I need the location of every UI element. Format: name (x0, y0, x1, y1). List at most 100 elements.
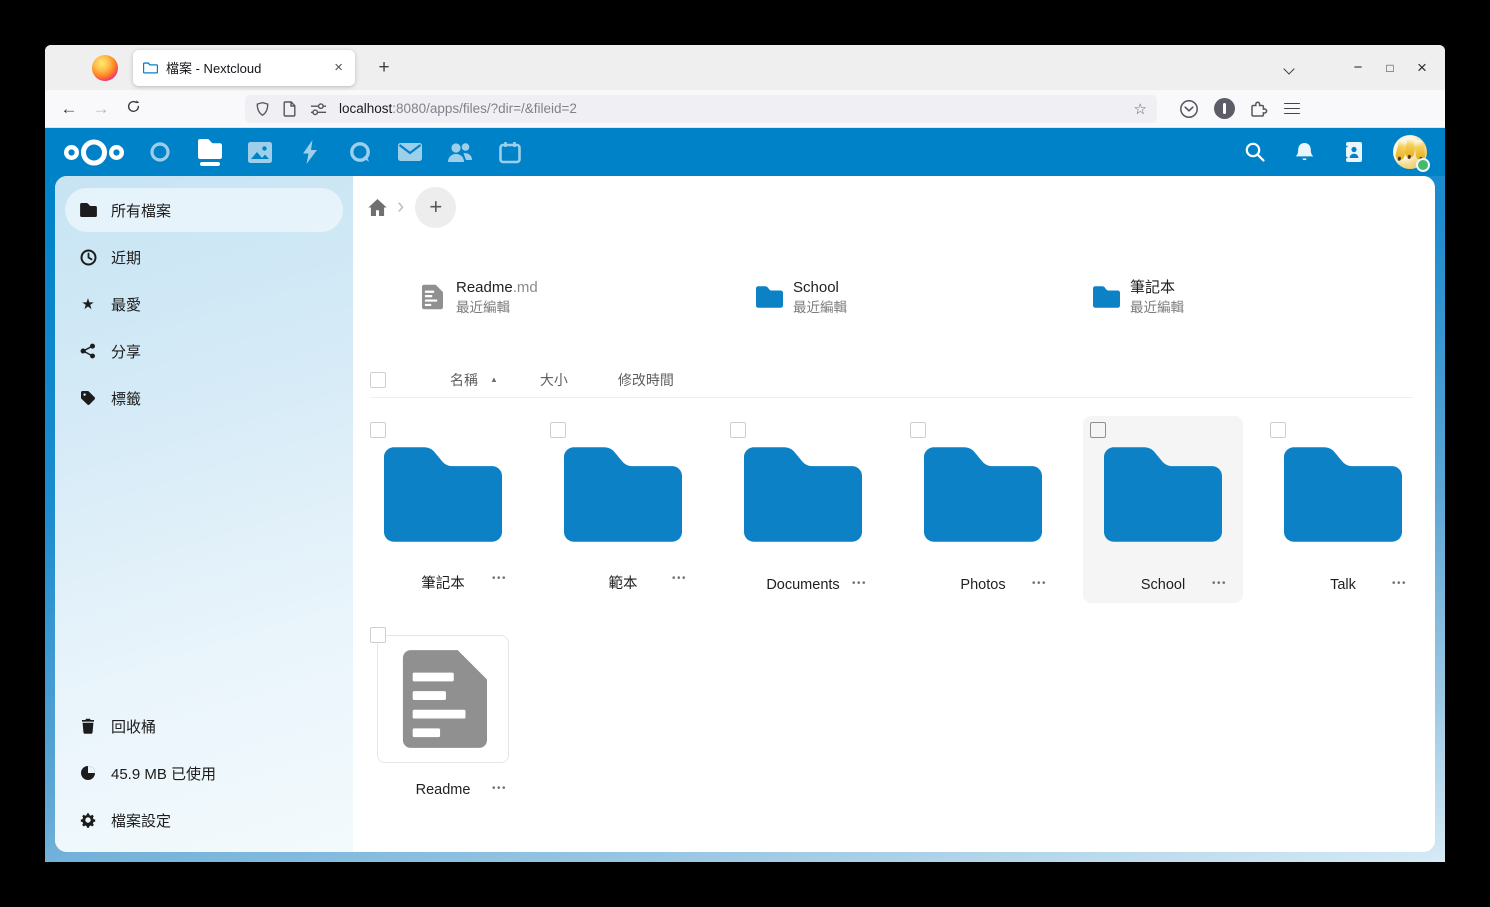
file-tile-folder[interactable]: Photos••• (903, 416, 1063, 603)
files-sidebar: 所有檔案 近期 ★ 最愛 分享 (55, 176, 353, 852)
tab-list-chevron-icon[interactable] (1285, 63, 1295, 73)
sidebar-item-label: 回收桶 (111, 716, 156, 737)
minimize-button[interactable]: − (1343, 53, 1373, 83)
more-actions-icon[interactable]: ••• (852, 578, 867, 589)
select-checkbox[interactable] (370, 422, 386, 438)
recent-file-name: Readme.md (456, 277, 538, 298)
file-text-icon (399, 650, 487, 748)
select-checkbox[interactable] (1090, 422, 1106, 438)
reload-button[interactable] (117, 99, 149, 119)
select-checkbox[interactable] (550, 422, 566, 438)
select-checkbox[interactable] (910, 422, 926, 438)
sidebar-item-trash[interactable]: 回收桶 (65, 704, 343, 748)
folder-icon (384, 447, 502, 542)
more-actions-icon[interactable]: ••• (1212, 578, 1227, 589)
select-checkbox[interactable] (1270, 422, 1286, 438)
extensions-puzzle-icon[interactable] (1250, 99, 1269, 118)
bookmark-star-icon[interactable]: ☆ (1134, 100, 1147, 118)
file-grid-row-2: Readme••• (363, 621, 523, 808)
reload-icon (126, 99, 141, 114)
nextcloud-logo[interactable] (63, 137, 125, 168)
sidebar-item-tags[interactable]: 標籤 (65, 376, 343, 420)
folder-icon (924, 447, 1042, 542)
home-icon[interactable] (367, 198, 388, 217)
more-actions-icon[interactable]: ••• (492, 573, 507, 584)
quota-label: 45.9 MB 已使用 (111, 763, 216, 784)
sidebar-item-favorites[interactable]: ★ 最愛 (65, 282, 343, 326)
file-name: Documents (766, 577, 839, 593)
menu-hamburger-icon[interactable] (1284, 103, 1300, 115)
url-host: localhost (339, 101, 392, 116)
app-mail[interactable] (398, 133, 422, 171)
tab-close-icon[interactable]: × (332, 59, 345, 76)
folder-icon (1092, 286, 1120, 308)
photos-icon (248, 142, 272, 163)
pocket-icon[interactable] (1179, 99, 1199, 119)
sidebar-item-recent[interactable]: 近期 (65, 235, 343, 279)
more-actions-icon[interactable]: ••• (492, 783, 507, 794)
account-icon[interactable] (1214, 98, 1235, 119)
column-modified[interactable]: 修改時間 (618, 370, 674, 390)
select-checkbox[interactable] (370, 627, 386, 643)
back-button[interactable]: ← (53, 99, 85, 119)
select-all-checkbox[interactable] (370, 372, 386, 388)
app-calendar[interactable] (498, 133, 522, 171)
file-tile-document[interactable]: Readme••• (363, 621, 523, 808)
sidebar-item-label: 最愛 (111, 294, 141, 315)
maximize-button[interactable]: □ (1375, 53, 1405, 83)
avatar[interactable] (1393, 135, 1427, 169)
app-files[interactable] (198, 133, 222, 171)
column-name[interactable]: 名稱 (450, 370, 478, 390)
select-checkbox[interactable] (730, 422, 746, 438)
recent-file-card[interactable]: School 最近編輯 (755, 271, 1092, 323)
file-tile-folder[interactable]: 筆記本••• (363, 416, 523, 603)
app-activity[interactable] (298, 133, 322, 171)
new-tab-button[interactable]: + (369, 53, 399, 83)
file-tile-folder[interactable]: Talk••• (1263, 416, 1423, 603)
close-button[interactable]: × (1407, 53, 1437, 83)
file-tile-folder[interactable]: 範本••• (543, 416, 703, 603)
notifications-bell-icon[interactable] (1294, 141, 1315, 164)
sidebar-item-shares[interactable]: 分享 (65, 329, 343, 373)
sidebar-item-all-files[interactable]: 所有檔案 (65, 188, 343, 232)
recent-file-subtitle: 最近編輯 (456, 298, 538, 318)
recent-file-card[interactable]: 筆記本 最近編輯 (1092, 271, 1429, 323)
breadcrumb-separator-icon: › (397, 193, 404, 219)
shield-icon[interactable] (255, 101, 270, 117)
app-dashboard[interactable] (148, 133, 172, 171)
recent-file-text: Readme.md 最近編輯 (456, 277, 538, 318)
column-size[interactable]: 大小 (540, 370, 568, 390)
sidebar-item-label: 標籤 (111, 388, 141, 409)
app-talk[interactable] (348, 133, 372, 171)
recent-file-card[interactable]: Readme.md 最近編輯 (418, 271, 755, 323)
new-file-button[interactable]: + (415, 187, 456, 228)
page-info-icon[interactable] (283, 101, 297, 117)
mail-envelope-icon (398, 143, 422, 161)
sidebar-item-label: 近期 (111, 247, 141, 268)
more-actions-icon[interactable]: ••• (1032, 578, 1047, 589)
firefox-icon[interactable] (92, 55, 118, 81)
sidebar-item-files-settings[interactable]: 檔案設定 (65, 798, 343, 842)
online-status-badge (1416, 158, 1430, 172)
tab-title: 檔案 - Nextcloud (166, 58, 332, 77)
quota-pie-icon (79, 765, 97, 781)
sidebar-item-label: 所有檔案 (111, 200, 171, 221)
search-icon[interactable] (1244, 141, 1266, 163)
browser-toolbar: ← → localhost:8080/apps/files/?dir=/&f (45, 90, 1445, 128)
app-photos[interactable] (248, 133, 272, 171)
file-tile-folder-highlighted[interactable]: School••• (1083, 416, 1243, 603)
nextcloud-body: 所有檔案 近期 ★ 最愛 分享 (45, 176, 1445, 862)
share-icon (79, 343, 97, 359)
star-icon: ★ (79, 295, 97, 313)
more-actions-icon[interactable]: ••• (672, 573, 687, 584)
url-input[interactable]: localhost:8080/apps/files/?dir=/&fileid=… (245, 95, 1157, 123)
files-main: › + Readme.md 最近編輯 (353, 176, 1435, 852)
app-contacts[interactable] (448, 133, 472, 171)
folder-icon (79, 203, 97, 217)
permissions-sliders-icon[interactable] (310, 102, 327, 116)
file-tile-folder[interactable]: Documents ••• (723, 416, 883, 603)
browser-tab[interactable]: 檔案 - Nextcloud × (133, 50, 355, 86)
more-actions-icon[interactable]: ••• (1392, 578, 1407, 589)
contacts-menu-icon[interactable] (1343, 141, 1365, 163)
folder-icon (744, 447, 862, 542)
